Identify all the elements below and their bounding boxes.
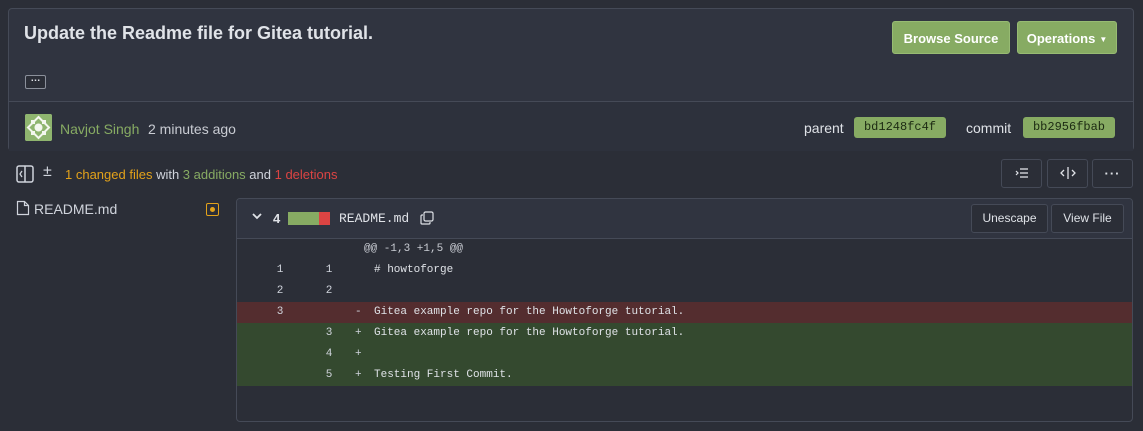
diff-line-added: 3 + Gitea example repo for the Howtoforg… [237, 323, 1132, 344]
diff-stats-bar: ± 1 changed files with 3 additions and 1… [0, 158, 1143, 194]
code-text: Testing First Commit. [374, 369, 513, 381]
commit-title-area: Update the Readme file for Gitea tutoria… [9, 9, 1133, 101]
toc-icon [1015, 168, 1028, 178]
operations-dropdown[interactable]: Operations ▼ [1017, 21, 1117, 54]
commit-message-toggle[interactable]: … [25, 74, 46, 89]
diff-line-added: 4 + [237, 344, 1132, 365]
diff-lines: @@ -1,3 +1,5 @@ 1 1 # howtoforge 2 2 3 -… [237, 239, 1132, 386]
commit-header: Update the Readme file for Gitea tutoria… [8, 8, 1134, 151]
old-line-number[interactable]: 1 [265, 260, 295, 281]
diff-file-header: 4 README.md Unescape View File [237, 199, 1132, 239]
author-link[interactable]: Navjot Singh [60, 121, 139, 137]
expand-button[interactable] [1047, 159, 1088, 188]
caret-down-icon: ▼ [1099, 35, 1108, 45]
changed-files-link[interactable]: 1 changed files [65, 167, 152, 182]
old-line-number[interactable]: 2 [265, 281, 295, 302]
new-line-number[interactable]: 1 [314, 260, 344, 281]
diff-stat-deletions [319, 212, 330, 225]
diff-sign: - [355, 306, 362, 318]
hunk-text: @@ -1,3 +1,5 @@ [364, 243, 464, 255]
parent-label: parent [804, 120, 844, 136]
avatar[interactable] [25, 114, 52, 141]
additions-count: 3 additions [182, 167, 246, 182]
expand-icon [1059, 167, 1076, 179]
hunk-header: @@ -1,3 +1,5 @@ [237, 239, 1132, 260]
diff-line-added: 5 + Testing First Commit. [237, 365, 1132, 386]
commit-title: Update the Readme file for Gitea tutoria… [24, 23, 374, 43]
stats-with: with [152, 167, 183, 182]
commit-time: 2 minutes ago [148, 121, 236, 137]
diff-line-deleted: 3 - Gitea example repo for the Howtoforg… [237, 302, 1132, 323]
diff-stat-additions [288, 212, 319, 225]
more-options-button[interactable]: ··· [1092, 159, 1133, 188]
stats-and: and [245, 167, 275, 182]
old-line-number[interactable]: 3 [265, 302, 295, 323]
plus-minus-icon: ± [43, 163, 52, 180]
operations-label: Operations [1026, 31, 1096, 46]
diff-sign: + [355, 369, 362, 381]
view-file-button[interactable]: View File [1051, 204, 1124, 233]
code-text: Gitea example repo for the Howtoforge tu… [374, 306, 685, 318]
code-text: Gitea example repo for the Howtoforge tu… [374, 327, 685, 339]
toc-button[interactable] [1001, 159, 1042, 188]
commit-label: commit [966, 120, 1012, 136]
diff-change-count: 4 [273, 211, 281, 226]
commit-sha-link[interactable]: bb2956fbab [1023, 117, 1115, 138]
modified-icon [206, 203, 219, 216]
more-icon: ··· [1104, 166, 1121, 181]
file-tree-label: README.md [34, 201, 118, 217]
new-line-number[interactable]: 2 [314, 281, 344, 302]
deletions-count: 1 deletions [274, 167, 338, 182]
copy-icon[interactable] [420, 211, 434, 225]
diff-file-box: 4 README.md Unescape View File @@ -1,3 +… [236, 198, 1133, 422]
unescape-button[interactable]: Unescape [971, 204, 1048, 233]
new-line-number[interactable]: 5 [314, 365, 344, 386]
diff-stat-bar [288, 212, 330, 225]
new-line-number[interactable]: 4 [314, 344, 344, 365]
file-icon [16, 200, 30, 216]
diff-filename[interactable]: README.md [339, 211, 409, 226]
new-line-number[interactable]: 3 [314, 323, 344, 344]
commit-meta: Navjot Singh 2 minutes ago parent bd1248… [9, 101, 1133, 151]
diff-line: 1 1 # howtoforge [237, 260, 1132, 281]
diff-stats-text: 1 changed files with 3 additions and 1 d… [65, 167, 338, 182]
code-text: # howtoforge [374, 264, 454, 276]
file-tree-item[interactable]: README.md [16, 200, 117, 217]
chevron-down-icon[interactable] [251, 210, 263, 225]
diff-line: 2 2 [237, 281, 1132, 302]
diff-sign: + [355, 348, 362, 360]
browse-source-button[interactable]: Browse Source [892, 21, 1010, 54]
diff-sign: + [355, 327, 362, 339]
parent-sha-link[interactable]: bd1248fc4f [854, 117, 946, 138]
split-view-icon[interactable] [16, 165, 34, 183]
